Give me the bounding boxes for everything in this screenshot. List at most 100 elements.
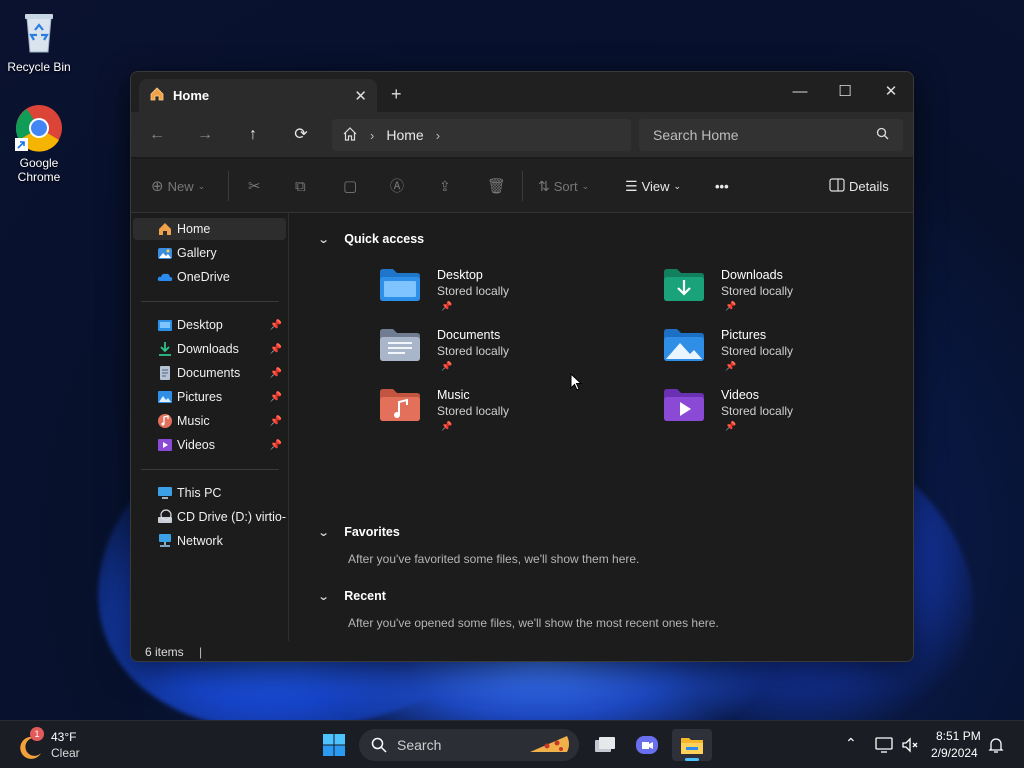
navigation-bar: ← → ↑ ⟳ › Home › Search Home: [131, 112, 913, 158]
clock-date[interactable]: 2/9/2024: [931, 746, 978, 760]
mouse-cursor: [570, 373, 582, 391]
share-button[interactable]: ⇪: [439, 175, 451, 197]
minimize-button[interactable]: —: [777, 78, 823, 106]
sidebar-item-label: Pictures: [177, 390, 223, 404]
task-view-button[interactable]: [588, 729, 620, 761]
sidebar-item-music[interactable]: Music 📌: [133, 410, 286, 432]
network-icon: [157, 533, 173, 549]
title-bar: Home ✕ + — ☐ ✕: [131, 72, 913, 112]
sidebar-item-label: Downloads: [177, 342, 239, 356]
sidebar-item-cd-drive[interactable]: CD Drive (D:) virtio-w: [133, 506, 286, 528]
navigation-pane: Home Gallery OneDrive Desktop 📌 Download…: [131, 213, 289, 641]
item-status: Stored locally: [437, 344, 510, 358]
desktop-icon-chrome[interactable]: Google Chrome: [1, 104, 77, 184]
sidebar-item-label: CD Drive (D:) virtio-w: [177, 510, 286, 524]
sidebar-item-videos[interactable]: Videos 📌: [133, 434, 286, 456]
address-bar[interactable]: › Home ›: [332, 119, 631, 151]
chevron-down-icon: ⌄: [317, 233, 330, 246]
paste-button[interactable]: ▢: [343, 175, 357, 197]
cut-button[interactable]: ✂: [248, 175, 261, 197]
view-label: View: [641, 178, 670, 194]
sidebar-item-label: Music: [177, 414, 210, 428]
section-title: Recent: [344, 589, 386, 603]
close-tab-icon[interactable]: ✕: [354, 87, 367, 105]
sidebar-item-downloads[interactable]: Downloads 📌: [133, 338, 286, 360]
sidebar-item-label: Home: [177, 222, 211, 236]
view-button[interactable]: ☰ View ⌄: [625, 175, 681, 197]
chevron-right-icon[interactable]: ›: [436, 128, 440, 143]
sort-button[interactable]: ⇅ Sort ⌄: [538, 175, 589, 197]
rename-button[interactable]: Ⓐ: [390, 175, 404, 197]
section-quick-access[interactable]: ⌄ Quick access: [317, 232, 425, 246]
videos-folder-icon: [663, 388, 705, 422]
pin-icon[interactable]: 📌: [270, 320, 282, 331]
forward-button[interactable]: →: [191, 122, 219, 148]
notification-bell-icon[interactable]: [988, 736, 1004, 754]
section-favorites[interactable]: ⌄ Favorites: [317, 525, 400, 539]
desktop-icon-recycle-bin[interactable]: Recycle Bin: [1, 8, 77, 74]
desktop-icon-label: Recycle Bin: [7, 60, 71, 74]
pin-icon[interactable]: 📌: [270, 368, 282, 379]
pin-icon: 📌: [725, 421, 737, 431]
toolbar-divider: [228, 171, 229, 201]
chevron-right-icon: ›: [370, 127, 375, 143]
item-status: Stored locally: [721, 284, 794, 298]
quick-access-videos[interactable]: Videos Stored locally 📌: [663, 388, 913, 446]
refresh-button[interactable]: ⟳: [287, 122, 315, 148]
start-button[interactable]: [318, 729, 350, 761]
taskbar-search[interactable]: Search: [359, 729, 579, 761]
favorites-empty-message: After you've favorited some files, we'll…: [348, 552, 640, 566]
quick-access-music[interactable]: Music Stored locally 📌: [379, 388, 639, 446]
windows-logo-icon: [323, 734, 345, 756]
sidebar-item-gallery[interactable]: Gallery: [133, 242, 286, 264]
sidebar-item-desktop[interactable]: Desktop 📌: [133, 314, 286, 336]
pin-icon[interactable]: 📌: [270, 344, 282, 355]
chevron-down-icon: ⌄: [317, 590, 330, 603]
section-recent[interactable]: ⌄ Recent: [317, 589, 386, 603]
pin-icon[interactable]: 📌: [270, 440, 282, 451]
search-input[interactable]: Search Home: [639, 119, 903, 151]
back-button[interactable]: ←: [143, 122, 171, 148]
pin-icon: 📌: [725, 361, 737, 371]
status-divider: |: [199, 645, 203, 659]
teams-chat-button[interactable]: [631, 729, 663, 761]
close-window-button[interactable]: ✕: [868, 78, 913, 106]
sidebar-item-documents[interactable]: Documents 📌: [133, 362, 286, 384]
details-label: Details: [849, 178, 889, 194]
more-options-button[interactable]: •••: [715, 175, 729, 197]
pin-icon[interactable]: 📌: [270, 392, 282, 403]
recent-empty-message: After you've opened some files, we'll sh…: [348, 616, 719, 630]
tab-home[interactable]: Home ✕: [139, 79, 377, 112]
item-name: Documents: [437, 328, 501, 342]
sidebar-item-onedrive[interactable]: OneDrive: [133, 266, 286, 288]
sidebar-item-network[interactable]: Network: [133, 530, 286, 552]
show-hidden-icons-button[interactable]: ⌃: [845, 735, 857, 752]
chevron-down-icon: ⌄: [317, 526, 330, 539]
sidebar-item-home[interactable]: Home: [133, 218, 286, 240]
sidebar-item-this-pc[interactable]: This PC: [133, 482, 286, 504]
copy-button[interactable]: ⧉: [295, 175, 306, 197]
maximize-button[interactable]: ☐: [822, 78, 868, 106]
quick-access-downloads[interactable]: Downloads Stored locally 📌: [663, 268, 913, 326]
downloads-icon: [157, 341, 173, 357]
breadcrumb-home[interactable]: Home: [386, 127, 423, 143]
weather-widget[interactable]: 1 43°F Clear: [18, 727, 98, 763]
sidebar-item-pictures[interactable]: Pictures 📌: [133, 386, 286, 408]
new-tab-button[interactable]: +: [391, 84, 402, 105]
volume-muted-icon[interactable]: [901, 736, 919, 754]
details-pane-button[interactable]: Details: [829, 175, 889, 197]
quick-access-pictures[interactable]: Pictures Stored locally 📌: [663, 328, 913, 386]
clock-time[interactable]: 8:51 PM: [936, 729, 981, 743]
new-button[interactable]: ⊕ New ⌄: [151, 175, 205, 197]
item-name: Pictures: [721, 328, 767, 342]
delete-button[interactable]: 🗑: [487, 175, 506, 197]
quick-access-documents[interactable]: Documents Stored locally 📌: [379, 328, 639, 386]
quick-access-desktop[interactable]: Desktop Stored locally 📌: [379, 268, 639, 326]
details-pane-icon: [829, 177, 845, 195]
home-icon: [157, 221, 173, 237]
up-button[interactable]: ↑: [239, 122, 267, 148]
pin-icon[interactable]: 📌: [270, 416, 282, 427]
sort-icon: ⇅: [538, 177, 550, 194]
network-status-icon[interactable]: [875, 736, 893, 754]
file-explorer-taskbar-button[interactable]: [672, 729, 712, 761]
